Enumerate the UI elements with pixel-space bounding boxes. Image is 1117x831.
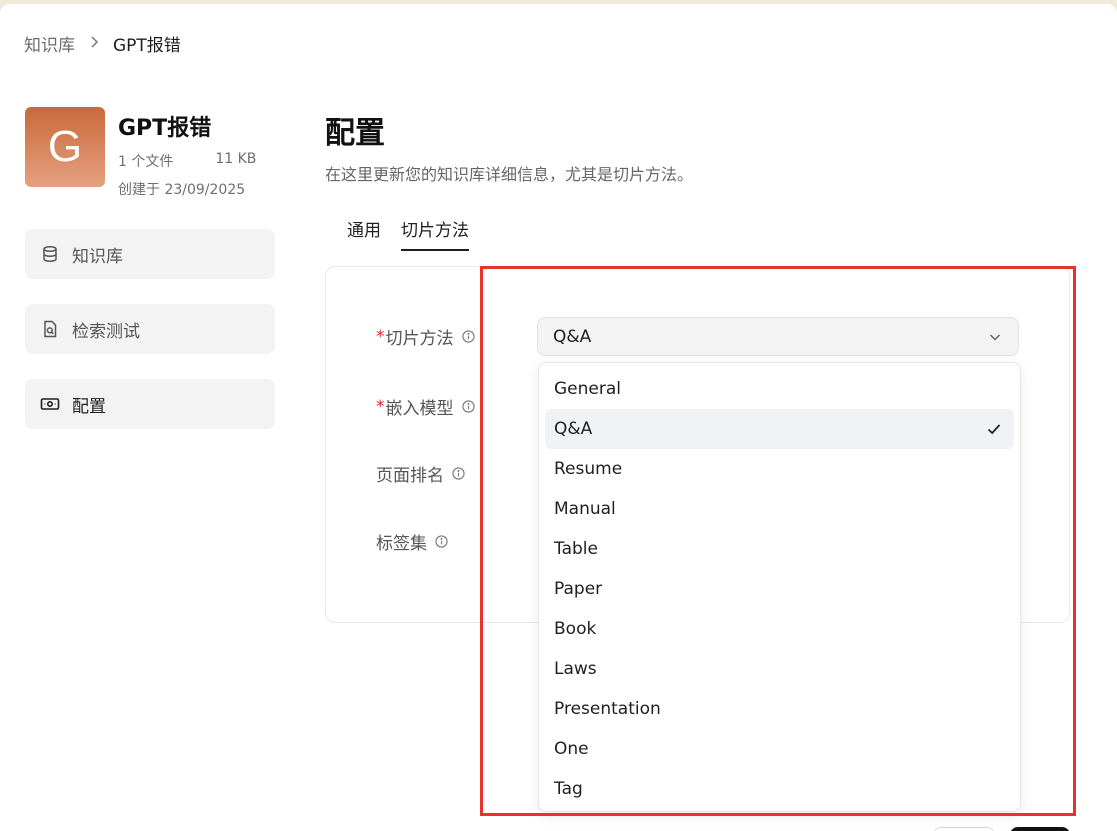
option-table[interactable]: Table <box>545 529 1014 569</box>
option-resume[interactable]: Resume <box>545 449 1014 489</box>
sidebar-item-settings[interactable]: 配置 <box>25 379 275 429</box>
chunk-method-label: * 切片方法 <box>376 324 475 349</box>
sidebar-item-label: 知识库 <box>72 246 123 267</box>
kb-size: 11 KB <box>215 151 257 167</box>
tabs: 通用 切片方法 <box>347 216 469 251</box>
sidebar-item-label: 检索测试 <box>72 321 140 342</box>
option-label: Q&A <box>554 419 593 439</box>
page-rank-label: 页面排名 <box>376 461 465 486</box>
page-title: 配置 <box>325 116 385 151</box>
kb-name: GPT报错 <box>118 116 212 141</box>
field-label: 页面排名 <box>376 466 444 486</box>
sidebar-item-retrieval-test[interactable]: 检索测试 <box>25 304 275 354</box>
breadcrumb: 知识库 GPT报错 <box>24 31 181 56</box>
required-mark: * <box>376 396 385 417</box>
info-icon[interactable] <box>461 400 475 413</box>
option-book[interactable]: Book <box>545 609 1014 649</box>
kb-info: GPT报错 1 个文件 11 KB 创建于 23/09/2025 <box>118 107 256 199</box>
option-one[interactable]: One <box>545 729 1014 769</box>
select-value: Q&A <box>553 326 592 347</box>
field-label: 嵌入模型 <box>385 399 454 419</box>
option-qa[interactable]: Q&A <box>545 409 1014 449</box>
info-icon[interactable] <box>452 467 465 480</box>
field-label: 切片方法 <box>385 329 454 349</box>
chunk-method-select[interactable]: Q&A <box>537 317 1019 356</box>
chevron-right-icon <box>89 35 99 52</box>
save-button[interactable] <box>1010 827 1070 831</box>
kb-file-count: 1 个文件 <box>118 154 174 170</box>
option-laws[interactable]: Laws <box>545 649 1014 689</box>
banknote-icon <box>40 394 60 414</box>
chunk-method-dropdown: General Q&A Resume Manual Table Paper Bo… <box>538 362 1021 812</box>
check-icon <box>987 424 1001 435</box>
breadcrumb-root-link[interactable]: 知识库 <box>24 31 75 56</box>
kb-avatar: G <box>25 107 105 187</box>
info-icon[interactable] <box>435 535 448 548</box>
kb-card: G GPT报错 1 个文件 11 KB 创建于 23/09/2025 <box>25 107 256 199</box>
tab-chunk-method[interactable]: 切片方法 <box>401 216 469 251</box>
database-icon <box>40 244 60 264</box>
option-presentation[interactable]: Presentation <box>545 689 1014 729</box>
cancel-button[interactable] <box>933 827 995 831</box>
embedding-model-label: * 嵌入模型 <box>376 394 475 419</box>
chevron-down-icon <box>989 334 1001 341</box>
required-mark: * <box>376 326 385 347</box>
file-search-icon <box>40 319 60 339</box>
option-paper[interactable]: Paper <box>545 569 1014 609</box>
tab-general[interactable]: 通用 <box>347 216 381 251</box>
field-label: 标签集 <box>376 534 427 554</box>
tag-set-label: 标签集 <box>376 529 448 554</box>
info-icon[interactable] <box>461 330 475 343</box>
breadcrumb-current: GPT报错 <box>113 36 181 56</box>
kb-created: 创建于 23/09/2025 <box>118 182 246 198</box>
page-description: 在这里更新您的知识库详细信息，尤其是切片方法。 <box>325 165 694 184</box>
sidebar-item-knowledge-base[interactable]: 知识库 <box>25 229 275 279</box>
kb-meta: 1 个文件 11 KB <box>118 151 256 171</box>
option-tag[interactable]: Tag <box>545 769 1014 809</box>
page: 知识库 GPT报错 G GPT报错 1 个文件 11 KB 创建于 23/09/… <box>0 4 1117 831</box>
option-general[interactable]: General <box>545 369 1014 409</box>
option-manual[interactable]: Manual <box>545 489 1014 529</box>
sidebar-item-label: 配置 <box>72 396 106 417</box>
